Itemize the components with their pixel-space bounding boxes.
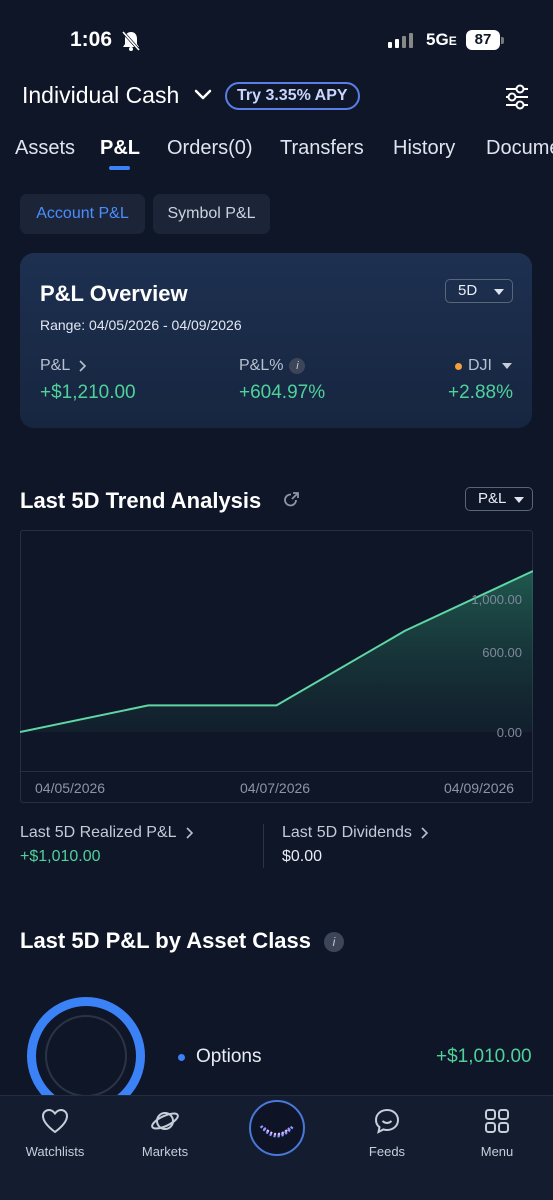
plpct-label-group: P&L% i — [239, 357, 306, 375]
realized-pl-value: +$1,010.00 — [20, 848, 101, 865]
overview-title: P&L Overview — [40, 281, 188, 306]
dropdown-caret-icon — [494, 289, 504, 295]
dividends-value: $0.00 — [282, 848, 323, 865]
trade-logo-icon — [259, 1125, 295, 1138]
tab-transfers[interactable]: Transfers — [280, 137, 364, 160]
segment-account-pl[interactable]: Account P&L — [20, 194, 145, 234]
period-value: 5D — [458, 282, 478, 299]
info-icon[interactable]: i — [324, 932, 344, 952]
tab-pl[interactable]: P&L — [100, 137, 140, 160]
pl-value: +$1,210.00 — [40, 382, 136, 403]
nav-feeds[interactable]: Feeds — [342, 1107, 432, 1159]
plpct-value: +604.97% — [239, 382, 326, 403]
bell-muted-icon — [121, 30, 141, 57]
tab-history[interactable]: History — [393, 137, 455, 160]
status-time: 1:06 — [70, 28, 113, 51]
overview-range: Range: 04/05/2026 - 04/09/2026 — [40, 317, 242, 333]
realized-pl-label: Last 5D Realized P&L — [20, 824, 177, 841]
info-icon[interactable]: i — [289, 358, 306, 374]
y-tick-label: 600.00 — [482, 645, 522, 660]
metric-dropdown[interactable]: P&L — [465, 487, 533, 511]
grid-menu-icon — [485, 1109, 509, 1133]
realized-pl-link[interactable]: Last 5D Realized P&L — [20, 824, 193, 842]
nav-watchlists[interactable]: Watchlists — [10, 1107, 100, 1159]
y-tick-label: 1,000.00 — [471, 592, 522, 607]
dividends-label: Last 5D Dividends — [282, 824, 412, 841]
share-icon[interactable] — [282, 491, 300, 514]
asset-class-title: Last 5D P&L by Asset Class — [20, 928, 312, 953]
tab-orders[interactable]: Orders(0) — [167, 137, 253, 160]
active-tab-indicator — [109, 166, 130, 170]
period-dropdown[interactable]: 5D — [445, 279, 513, 303]
nav-menu[interactable]: Menu — [452, 1107, 542, 1159]
tab-documents-clip: Documents — [486, 130, 553, 166]
y-tick-label: 0.00 — [497, 725, 522, 740]
signal-icon — [388, 33, 413, 48]
index-dot-icon — [455, 362, 462, 370]
pl-label: P&L — [40, 357, 71, 374]
nav-label: Markets — [141, 1144, 189, 1159]
network-type: 5GE — [426, 30, 457, 49]
tab-assets[interactable]: Assets — [15, 137, 75, 160]
index-value: +2.88% — [448, 382, 513, 403]
x-tick-label: 04/07/2026 — [240, 780, 311, 796]
plpct-label: P&L% — [239, 357, 284, 374]
dividends-link[interactable]: Last 5D Dividends — [282, 824, 428, 842]
planet-icon — [151, 1112, 179, 1130]
dropdown-caret-icon — [514, 497, 524, 503]
filter-settings-icon[interactable] — [503, 84, 531, 115]
chevron-down-icon[interactable] — [193, 88, 213, 107]
trend-title: Last 5D Trend Analysis — [20, 488, 262, 513]
stat-divider — [263, 824, 264, 868]
trade-center-button[interactable] — [249, 1100, 305, 1156]
nav-label: Menu — [480, 1144, 514, 1159]
segment-symbol-pl[interactable]: Symbol P&L — [153, 194, 270, 234]
nav-markets[interactable]: Markets — [120, 1107, 210, 1159]
trend-area — [20, 571, 533, 732]
legend-label: Options — [196, 1046, 262, 1067]
nav-label: Feeds — [368, 1144, 406, 1159]
legend-value: +$1,010.00 — [436, 1046, 532, 1067]
donut-inner-ring — [45, 1015, 127, 1097]
dropdown-caret-icon — [502, 363, 512, 369]
pl-label-link[interactable]: P&L — [40, 357, 87, 375]
legend-dot-icon — [178, 1054, 185, 1061]
tab-documents[interactable]: Documents — [486, 137, 553, 160]
chevron-right-icon — [185, 827, 193, 839]
metric-value: P&L — [478, 490, 507, 507]
chevron-right-icon — [79, 360, 87, 372]
index-selector[interactable]: DJI — [455, 357, 512, 375]
heart-icon — [41, 1108, 69, 1134]
chevron-right-icon — [421, 827, 428, 839]
chart-axis-divider — [20, 771, 533, 772]
account-selector[interactable]: Individual Cash — [22, 82, 179, 109]
battery-icon — [501, 37, 504, 44]
x-tick-label: 04/05/2026 — [35, 780, 106, 796]
trend-chart: 0.00 600.00 1,000.00 — [20, 570, 533, 740]
apy-promo-badge[interactable]: Try 3.35% APY — [225, 82, 360, 110]
index-label: DJI — [468, 357, 492, 374]
nav-label: Watchlists — [25, 1144, 85, 1159]
chat-bubble-icon — [374, 1108, 400, 1134]
battery-level: 87 — [466, 30, 500, 50]
x-tick-label: 04/09/2026 — [444, 780, 515, 796]
